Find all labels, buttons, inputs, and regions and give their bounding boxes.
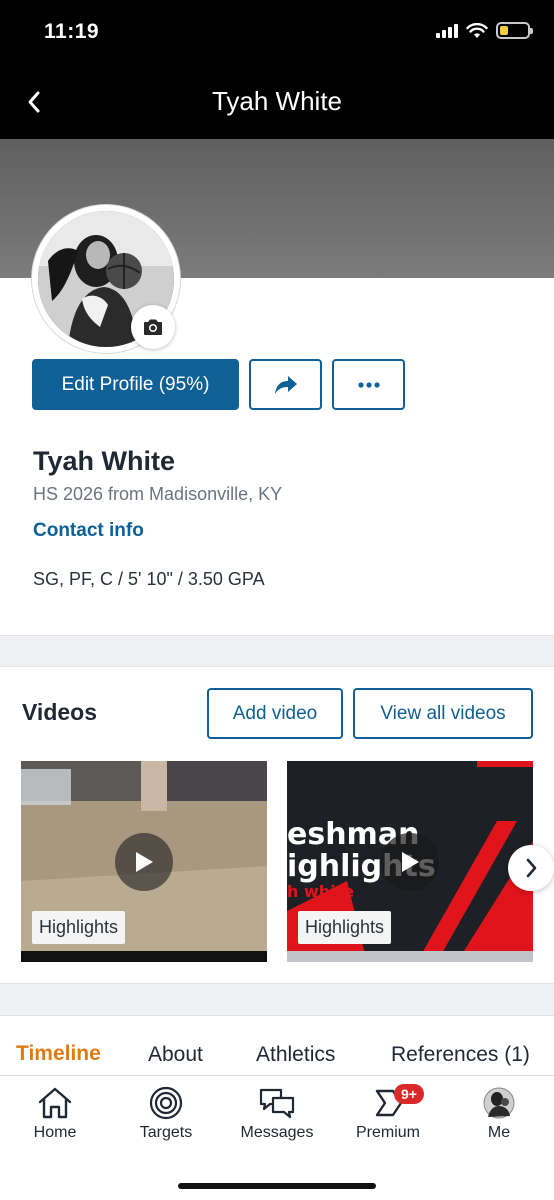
- tab-about[interactable]: About: [148, 1043, 203, 1067]
- home-indicator: [178, 1183, 376, 1189]
- status-time: 11:19: [44, 20, 100, 43]
- change-photo-button[interactable]: [131, 305, 175, 349]
- nav-premium[interactable]: 9+ Premium: [338, 1084, 438, 1142]
- profile-tabs: Timeline About Athletics References (1): [0, 1016, 554, 1076]
- messages-icon: [259, 1088, 295, 1119]
- section-divider: [0, 635, 554, 667]
- wifi-icon: [466, 22, 488, 38]
- more-icon: [357, 381, 380, 388]
- videos-heading: Videos: [22, 699, 97, 725]
- battery-icon: [496, 22, 533, 39]
- share-button[interactable]: [249, 359, 322, 410]
- play-icon: [136, 852, 153, 872]
- play-button[interactable]: [381, 833, 439, 891]
- tab-athletics[interactable]: Athletics: [256, 1043, 335, 1067]
- view-all-videos-button[interactable]: View all videos: [353, 688, 533, 739]
- play-icon: [402, 852, 419, 872]
- nav-me[interactable]: Me: [449, 1084, 549, 1142]
- nav-messages[interactable]: Messages: [227, 1084, 327, 1142]
- section-divider: [0, 983, 554, 1016]
- page-title: Tyah White: [211, 86, 343, 116]
- home-icon: [38, 1087, 72, 1119]
- contact-info-link[interactable]: Contact info: [33, 520, 144, 542]
- more-options-button[interactable]: [332, 359, 405, 410]
- chevron-right-icon: [526, 858, 537, 878]
- edit-profile-button[interactable]: Edit Profile (95%): [32, 359, 239, 410]
- profile-name: Tyah White: [33, 446, 176, 476]
- video-card[interactable]: eshman ighlights h white Highlights: [287, 761, 533, 962]
- camera-icon: [144, 319, 162, 335]
- share-icon: [274, 375, 297, 394]
- target-icon: [149, 1086, 183, 1120]
- profile-class-location: HS 2026 from Madisonville, KY: [33, 484, 283, 504]
- next-video-button[interactable]: [508, 845, 554, 891]
- top-bar: 11:19 Tyah White: [0, 0, 554, 139]
- avatar: [483, 1087, 515, 1119]
- nav-targets[interactable]: Targets: [116, 1084, 216, 1142]
- add-video-button[interactable]: Add video: [207, 688, 343, 739]
- premium-badge: 9+: [394, 1084, 424, 1104]
- nav-home[interactable]: Home: [5, 1084, 105, 1142]
- video-card[interactable]: Highlights: [21, 761, 267, 962]
- status-icons: [436, 22, 533, 39]
- tab-references[interactable]: References (1): [391, 1043, 530, 1067]
- tab-timeline[interactable]: Timeline: [16, 1042, 101, 1066]
- profile-stats: SG, PF, C / 5' 10" / 3.50 GPA: [33, 569, 265, 589]
- signal-icon: [436, 23, 458, 38]
- video-tag: Highlights: [298, 911, 392, 944]
- bottom-nav: Home Targets Messages 9+ Premium Me: [0, 1076, 554, 1200]
- video-tag: Highlights: [32, 911, 126, 944]
- play-button[interactable]: [115, 833, 173, 891]
